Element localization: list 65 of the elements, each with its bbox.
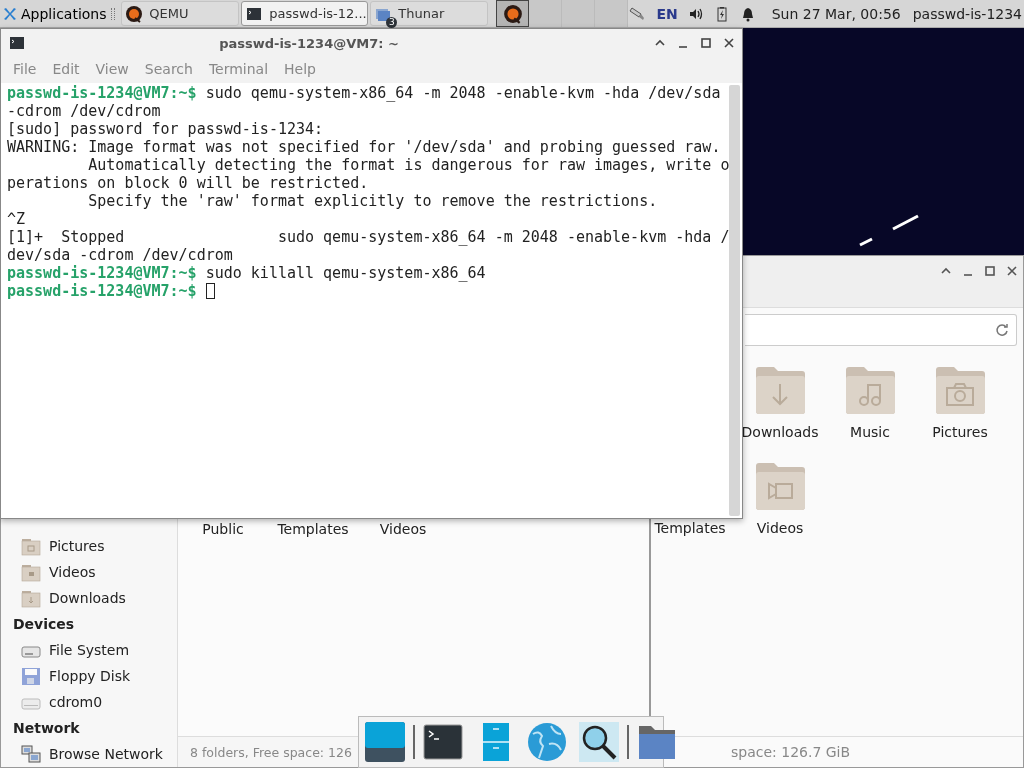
sidebar-item[interactable]: File System xyxy=(1,637,177,663)
close-icon[interactable] xyxy=(1005,264,1019,278)
terminal-line: perations on block 0 will be restricted. xyxy=(7,174,369,192)
terminal-line: sudo qemu-system-x86_64 -m 2048 -enable-kvm -hda /dev/sda xyxy=(204,84,721,102)
status-text: 8 folders, Free space: 126 xyxy=(190,744,352,760)
text-cursor xyxy=(205,283,215,299)
folder-label[interactable]: Music xyxy=(850,424,890,440)
folder-label[interactable]: Videos xyxy=(358,521,448,537)
show-desktop-icon[interactable] xyxy=(365,722,405,762)
sidebar-item[interactable]: Downloads xyxy=(1,585,177,611)
folder-label[interactable]: Templates xyxy=(654,520,726,536)
terminal-line: dev/sda -cdrom /dev/cdrom xyxy=(7,246,233,264)
task-button[interactable]: 3 Thunar xyxy=(370,1,489,26)
scrollbar[interactable] xyxy=(729,85,740,516)
clock[interactable]: Sun 27 Mar, 00:56 xyxy=(771,5,901,22)
search-icon[interactable] xyxy=(579,722,619,762)
maximize-icon[interactable] xyxy=(699,36,713,50)
window-count-badge: 3 xyxy=(386,16,398,28)
folder-label[interactable]: Downloads xyxy=(741,424,819,440)
sidebar-item[interactable]: cdrom0 xyxy=(1,689,177,715)
globe-icon[interactable] xyxy=(527,722,567,762)
terminal-line: sudo killall qemu-system-x86_64 xyxy=(204,264,486,282)
panel-handle-icon xyxy=(110,7,116,20)
window-title: passwd-is-1234@VM7: ~ xyxy=(218,35,400,51)
sidebar-heading: Devices xyxy=(12,615,76,634)
network-computers-icon xyxy=(21,744,41,764)
workspace-button[interactable] xyxy=(496,0,530,27)
sidebar-item[interactable]: Browse Network xyxy=(1,741,177,767)
keyboard-layout-indicator[interactable]: EN xyxy=(656,5,678,22)
terminal-line: WARNING: Image format was not specified for '/dev/sda' and probing guessed raw. xyxy=(7,138,721,156)
videos-folder-icon xyxy=(21,562,41,582)
sidebar-heading: Network xyxy=(12,719,81,738)
folder-label[interactable]: Templates xyxy=(268,521,358,537)
folder-label[interactable]: Public xyxy=(178,521,268,537)
status-text: space: 126.7 GiB xyxy=(731,744,851,760)
shell-prompt: passwd-is-1234@VM7:~$ xyxy=(7,264,197,282)
terminal-line: -cdrom /dev/cdrom xyxy=(7,102,161,120)
terminal-line: ^Z xyxy=(7,210,26,228)
terminal-line: Automatically detecting the format is dangerous for raw images, write o xyxy=(87,156,730,174)
reload-icon[interactable] xyxy=(994,322,1010,338)
downloads-folder-icon xyxy=(21,588,41,608)
qemu-app-icon xyxy=(125,4,144,23)
terminal-line: [sudo] password for passwd-is-1234: xyxy=(7,120,324,138)
light-streak-drawing xyxy=(859,214,919,247)
folder-label[interactable]: Pictures xyxy=(932,424,988,440)
maximize-icon[interactable] xyxy=(983,264,997,278)
user-name[interactable]: passwd-is-1234 xyxy=(912,5,1022,22)
qemu-app-icon xyxy=(502,3,523,24)
task-button[interactable]: passwd-is-12... xyxy=(241,1,369,26)
shell-prompt: passwd-is-1234@VM7:~$ xyxy=(7,282,197,300)
terminal-icon[interactable] xyxy=(423,722,463,762)
close-icon[interactable] xyxy=(722,36,736,50)
terminal-line: Specify the 'raw' format explicitly to remove the restrictions. xyxy=(87,192,658,210)
terminal-line: [1]+ Stopped sudo qemu-system-x86_64 -m 2048 -enable-kvm -hda / xyxy=(7,228,730,246)
applications-menu[interactable]: Applications xyxy=(0,5,109,22)
app-menu-icon xyxy=(2,5,18,22)
sidebar-item[interactable]: Floppy Disk xyxy=(1,663,177,689)
pictures-folder-icon xyxy=(21,536,41,556)
folder-label[interactable]: Videos xyxy=(756,520,804,536)
terminal-icon xyxy=(9,35,25,51)
task-button[interactable]: QEMU xyxy=(121,1,240,26)
sidebar-item[interactable]: Videos xyxy=(1,559,177,585)
shell-prompt: passwd-is-1234@VM7:~$ xyxy=(7,84,197,102)
sidebar-item[interactable]: Pictures xyxy=(1,533,177,559)
location-field[interactable] xyxy=(745,314,1017,346)
